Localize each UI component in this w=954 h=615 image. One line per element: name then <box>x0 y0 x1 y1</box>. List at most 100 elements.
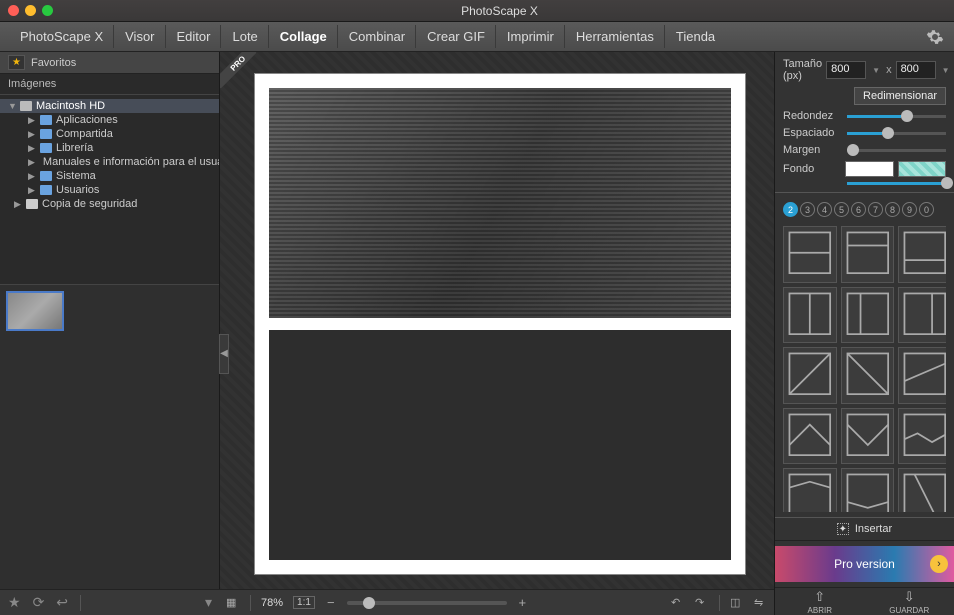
favorites-label: Favoritos <box>31 57 76 69</box>
settings-icon[interactable] <box>926 28 944 46</box>
layout-option[interactable] <box>783 408 837 465</box>
folder-icon <box>40 185 52 195</box>
spacing-label: Espaciado <box>783 127 841 139</box>
folder-icon <box>40 171 52 181</box>
layout-option[interactable] <box>841 226 895 283</box>
tree-root[interactable]: ▼Macintosh HD <box>0 99 219 113</box>
tab-crear-gif[interactable]: Crear GIF <box>417 25 496 48</box>
sidebar-collapse-handle[interactable]: ◀ <box>219 334 229 374</box>
layout-option[interactable] <box>841 468 895 512</box>
layout-option[interactable] <box>783 226 837 283</box>
count-3[interactable]: 3 <box>800 202 815 217</box>
count-7[interactable]: 7 <box>868 202 883 217</box>
tab-imprimir[interactable]: Imprimir <box>497 25 565 48</box>
count-4[interactable]: 4 <box>817 202 832 217</box>
favorites-header[interactable]: ★ Favoritos <box>0 52 219 74</box>
compare-icon[interactable]: ◫ <box>730 596 744 610</box>
count-8[interactable]: 8 <box>885 202 900 217</box>
thumbnail[interactable] <box>6 291 64 331</box>
sidebar-toolbar: ★ ⟳ ↩ ▾ <box>0 589 220 615</box>
insert-button[interactable]: ✦Insertar <box>775 517 954 541</box>
redo-icon[interactable]: ↷ <box>695 596 709 610</box>
save-button[interactable]: ⇩GUARDAR <box>865 588 954 615</box>
tab-tienda[interactable]: Tienda <box>666 25 725 48</box>
layout-grid <box>783 224 946 512</box>
thumbnail-strip <box>0 284 219 615</box>
layout-option[interactable] <box>898 408 946 465</box>
layout-option[interactable] <box>898 287 946 344</box>
margin-slider[interactable] <box>847 149 946 152</box>
tree-item-backup[interactable]: ▶Copia de seguridad <box>0 197 219 211</box>
count-6[interactable]: 6 <box>851 202 866 217</box>
height-input[interactable]: 800 <box>896 61 936 79</box>
download-icon: ⇩ <box>904 589 915 605</box>
layout-option[interactable] <box>841 408 895 465</box>
bg-color-swatch[interactable] <box>845 161 894 177</box>
layout-option[interactable] <box>898 226 946 283</box>
count-2[interactable]: 2 <box>783 202 798 217</box>
zoom-in-button[interactable]: + <box>517 595 529 610</box>
grid-icon[interactable]: ▦ <box>226 596 240 610</box>
zoom-out-button[interactable]: − <box>325 595 337 610</box>
properties-panel: Tamaño (px) 800▼ x 800▼ Redimensionar Re… <box>774 52 954 615</box>
layout-option[interactable] <box>841 347 895 404</box>
tab-combinar[interactable]: Combinar <box>339 25 416 48</box>
layout-option[interactable] <box>898 347 946 404</box>
count-5[interactable]: 5 <box>834 202 849 217</box>
favorite-icon[interactable]: ★ <box>8 594 21 611</box>
roundness-slider[interactable] <box>847 115 946 118</box>
resize-button[interactable]: Redimensionar <box>854 87 946 105</box>
tab-editor[interactable]: Editor <box>167 25 222 48</box>
pro-badge <box>220 52 256 88</box>
layout-option[interactable] <box>783 347 837 404</box>
flip-h-icon[interactable]: ⇋ <box>754 596 768 610</box>
collage-frame[interactable] <box>255 74 745 574</box>
pro-version-banner[interactable]: Pro version› <box>775 546 954 582</box>
window-title: PhotoScape X <box>53 4 946 18</box>
star-icon: ★ <box>8 55 25 70</box>
roundness-label: Redondez <box>783 110 841 122</box>
zoom-value: 78% <box>261 597 283 609</box>
bg-pattern-swatch[interactable] <box>898 161 947 177</box>
upload-icon: ⇧ <box>814 589 825 605</box>
zoom-reset-button[interactable]: 1:1 <box>293 596 315 609</box>
main-nav: PhotoScape X Visor Editor Lote Collage C… <box>0 22 954 52</box>
open-button[interactable]: ⇧ABRIR <box>775 588 865 615</box>
tab-lote[interactable]: Lote <box>222 25 268 48</box>
tree-item[interactable]: ▶Manuales e información para el usuario <box>0 155 219 169</box>
collapse-down-icon[interactable]: ▾ <box>205 594 212 611</box>
tree-item[interactable]: ▶Usuarios <box>0 183 219 197</box>
zoom-slider[interactable] <box>347 601 507 605</box>
refresh-icon[interactable]: ⟳ <box>33 594 45 611</box>
insert-icon: ✦ <box>837 523 849 535</box>
minimise-window-button[interactable] <box>25 5 36 16</box>
layout-option[interactable] <box>783 287 837 344</box>
layout-option[interactable] <box>898 468 946 512</box>
canvas-viewport[interactable] <box>220 52 774 589</box>
cell-count-row: 2 3 4 5 6 7 8 9 0 <box>783 200 946 219</box>
canvas-toolbar: ▦ 78% 1:1 − + ↶ ↷ ◫ ⇋ <box>220 589 774 615</box>
undo-icon[interactable]: ↶ <box>671 596 685 610</box>
layout-option[interactable] <box>841 287 895 344</box>
tab-visor[interactable]: Visor <box>115 25 165 48</box>
app-name[interactable]: PhotoScape X <box>10 25 114 48</box>
background-label: Fondo <box>783 163 841 175</box>
collage-cell-1[interactable] <box>269 88 731 318</box>
tree-item[interactable]: ▶Aplicaciones <box>0 113 219 127</box>
count-9[interactable]: 9 <box>902 202 917 217</box>
layout-option[interactable] <box>783 468 837 512</box>
tree-item[interactable]: ▶Librería <box>0 141 219 155</box>
bg-opacity-slider[interactable] <box>847 182 946 185</box>
tab-herramientas[interactable]: Herramientas <box>566 25 665 48</box>
tree-item[interactable]: ▶Compartida <box>0 127 219 141</box>
tab-collage[interactable]: Collage <box>270 25 338 48</box>
count-10[interactable]: 0 <box>919 202 934 217</box>
close-window-button[interactable] <box>8 5 19 16</box>
history-back-icon[interactable]: ↩ <box>56 594 68 611</box>
width-input[interactable]: 800 <box>826 61 866 79</box>
maximise-window-button[interactable] <box>42 5 53 16</box>
canvas-area: ◀ ▦ 78% 1:1 − + ↶ ↷ ◫ ⇋ <box>220 52 774 615</box>
collage-cell-2[interactable] <box>269 330 731 560</box>
tree-item[interactable]: ▶Sistema <box>0 169 219 183</box>
spacing-slider[interactable] <box>847 132 946 135</box>
